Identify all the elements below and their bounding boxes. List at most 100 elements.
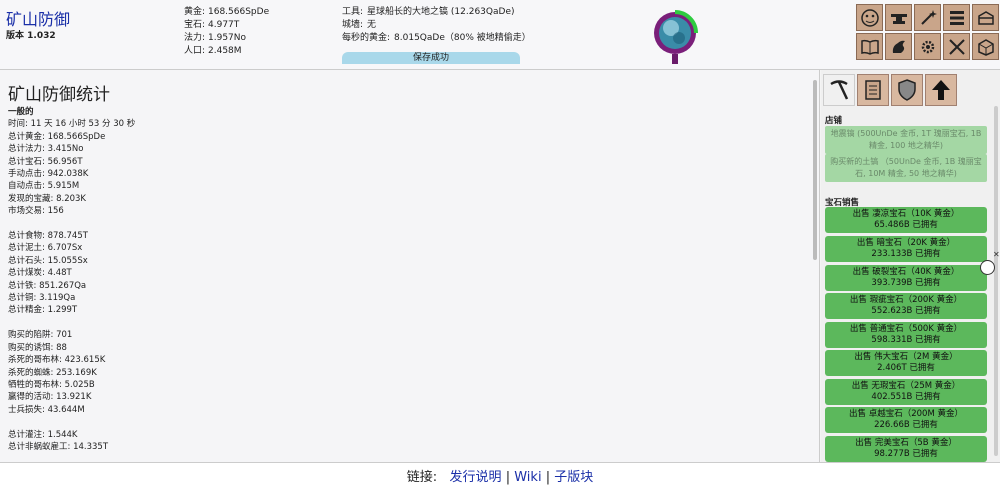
dragon-icon <box>892 40 905 53</box>
anvil-button[interactable] <box>885 4 912 31</box>
save-status: 保存成功 <box>342 52 520 64</box>
stat-row: 牺牲的哥布林: 5.025B <box>8 379 95 390</box>
release-notes-link[interactable]: 发行说明 <box>450 470 502 485</box>
pickaxe-icon <box>830 80 849 100</box>
stats-list-button[interactable] <box>943 4 970 31</box>
resource-gems: 宝石: 4.977T <box>184 20 240 30</box>
stat-row: 总计食物: 878.745T <box>8 231 88 242</box>
stat-row: 士兵损失: 43.644M <box>8 404 85 415</box>
crate-icon <box>977 38 994 56</box>
stats-list-icon <box>949 10 964 25</box>
stat-row: 购买的诱饵: 88 <box>8 342 67 353</box>
chest-icon <box>977 10 994 25</box>
wiki-link[interactable]: Wiki <box>514 470 541 485</box>
resource-population: 人口: 2.458M <box>184 46 242 56</box>
sell-gem-button[interactable]: 出售 完美宝石（5B 黄金） 98.277B 已拥有 <box>825 436 987 462</box>
game-window: 矿山防御 版本 1.032 黄金: 168.566SpDe 宝石: 4.977T 法… <box>0 0 1000 501</box>
wall-value: 无 <box>367 20 377 30</box>
sell-gem-button[interactable]: 出售 卓越宝石（200M 黄金） 226.66B 已拥有 <box>825 407 987 433</box>
equipment-info: 工具: 星球船长的大地之镐 (12.263QaDe) 城墙: 无 每秒的黄金: 8.0… <box>342 6 531 45</box>
magic-wand-button[interactable] <box>914 4 941 31</box>
book-icon <box>860 39 879 55</box>
gold-per-sec-value: 8.015QaDe（80% 被地精偷走） <box>394 33 531 43</box>
tool-row: 工具: 星球船长的大地之镐 (12.263QaDe) <box>342 7 515 17</box>
gems-value: 4.977T <box>208 20 240 30</box>
stat-row: 自动点击: 5.915M <box>8 181 80 192</box>
shield-icon <box>898 79 916 101</box>
stat-row: 市场交易: 156 <box>8 206 64 217</box>
game-title-link[interactable]: 矿山防御 <box>6 6 70 30</box>
avatar[interactable] <box>980 260 995 275</box>
arrow-up-icon <box>932 80 950 100</box>
gold-value: 168.566SpDe <box>208 7 270 17</box>
stat-row: 赢得的活动: 13.921K <box>8 392 92 403</box>
store-heading: 店铺 <box>825 116 843 126</box>
tab-scroll[interactable] <box>857 74 889 106</box>
population-value: 2.458M <box>208 46 242 56</box>
resource-mana: 法力: 1.957No <box>184 33 247 43</box>
dragon-button[interactable] <box>885 33 912 60</box>
links-label: 链接: <box>406 470 438 485</box>
sell-gem-button[interactable]: 出售 无瑕宝石（25M 黄金） 402.551B 已拥有 <box>825 379 987 405</box>
stats-panel: 矿山防御统计 一般的 时间: 11 天 16 小时 53 分 30 秒 总计黄金… <box>0 70 820 462</box>
stats-body: 一般的 时间: 11 天 16 小时 53 分 30 秒 总计黄金: 168.5… <box>8 106 135 453</box>
stat-row: 发现的宝藏: 8.203K <box>8 193 86 204</box>
scroll-icon <box>865 80 881 100</box>
stat-row: 总计石头: 15.055Sx <box>8 255 88 266</box>
stat-row: 总计宝石: 56.956T <box>8 156 83 167</box>
stat-row: 总计煤炭: 4.48T <box>8 268 72 279</box>
stat-row: 总计铁: 851.267Qa <box>8 280 87 291</box>
crate-button[interactable] <box>972 33 999 60</box>
sell-gem-button[interactable]: 出售 破裂宝石（40K 黄金） 393.739B 已拥有 <box>825 265 987 291</box>
anvil-icon <box>890 13 907 24</box>
stat-row: 总计泥土: 6.707Sx <box>8 243 83 254</box>
goblin-face-icon <box>860 8 879 27</box>
footer: 链接: 发行说明 | Wiki | 子版块 <box>0 462 1000 501</box>
stat-row: 总计法力: 3.415No <box>8 144 84 155</box>
tab-shield[interactable] <box>891 74 923 106</box>
tab-upgrade[interactable] <box>925 74 957 106</box>
toolbar-grid <box>856 4 999 62</box>
tool-value: 星球船长的大地之镐 (12.263QaDe) <box>367 7 515 17</box>
goblin-face-button[interactable] <box>856 4 883 31</box>
shop-scrollbar[interactable] <box>994 106 998 456</box>
sell-gem-button[interactable]: 出售 暗宝石（20K 黄金） 233.133B 已拥有 <box>825 236 987 262</box>
chest-button[interactable] <box>972 4 999 31</box>
stat-row: 总计灌注: 1.544K <box>8 429 78 440</box>
crossed-swords-icon <box>948 38 965 55</box>
general-heading: 一般的 <box>8 107 34 117</box>
upgrade-button[interactable]: 购买新的土镐 （50UnDe 金币, 1B 瑰丽宝石, 10M 精金, 50 地… <box>825 154 987 182</box>
globe-orb-icon[interactable] <box>652 10 698 64</box>
stat-row: 手动点击: 942.038K <box>8 169 89 180</box>
stats-scrollbar[interactable] <box>813 80 817 260</box>
shop-panel: 店铺 地震镐 (500UnDe 金币, 1T 瑰丽宝石, 1B 精金, 100 … <box>821 70 1000 462</box>
resource-gold: 黄金: 168.566SpDe <box>184 7 270 17</box>
stat-row: 总计铜: 3.119Qa <box>8 293 76 304</box>
sell-gem-button[interactable]: 出售 凄凉宝石（10K 黄金） 65.486B 已拥有 <box>825 207 987 233</box>
sell-gem-button[interactable]: 出售 伟大宝石（2M 黄金） 2.406T 已拥有 <box>825 350 987 376</box>
gold-per-sec-row: 每秒的黄金: 8.015QaDe（80% 被地精偷走） <box>342 33 531 43</box>
subreddit-link[interactable]: 子版块 <box>554 470 593 485</box>
sell-gem-button[interactable]: 出售 普通宝石（500K 黄金） 598.331B 已拥有 <box>825 322 987 348</box>
wall-row: 城墙: 无 <box>342 20 377 30</box>
stat-row: 总计非蜗蚁雇工: 14.335T <box>8 441 109 452</box>
gear-icon <box>921 40 934 53</box>
version-label: 版本 1.032 <box>6 31 56 41</box>
book-button[interactable] <box>856 33 883 60</box>
shop-tabs <box>823 74 957 106</box>
header: 矿山防御 版本 1.032 黄金: 168.566SpDe 宝石: 4.977T 法… <box>0 0 1000 70</box>
stat-row: 杀死的蜘蛛: 253.169K <box>8 367 97 378</box>
stat-row: 总计黄金: 168.566SpDe <box>8 131 106 142</box>
crossed-swords-button[interactable] <box>943 33 970 60</box>
settings-button[interactable] <box>914 33 941 60</box>
tab-pickaxe[interactable] <box>823 74 855 106</box>
stat-row: 时间: 11 天 16 小时 53 分 30 秒 <box>8 119 136 130</box>
stat-row: 杀死的哥布林: 423.615K <box>8 355 106 366</box>
stats-title: 矿山防御统计 <box>8 85 110 105</box>
sell-gem-button[interactable]: 出售 瑕疵宝石（200K 黄金） 552.623B 已拥有 <box>825 293 987 319</box>
upgrade-button[interactable]: 地震镐 (500UnDe 金币, 1T 瑰丽宝石, 1B 精金, 100 地之精… <box>825 126 987 154</box>
resource-list: 黄金: 168.566SpDe 宝石: 4.977T 法力: 1.957No 人口: 2… <box>184 6 269 58</box>
mana-value: 1.957No <box>208 33 247 43</box>
stat-row: 总计精金: 1.299T <box>8 305 78 316</box>
close-icon[interactable]: ✕ <box>993 250 1000 259</box>
